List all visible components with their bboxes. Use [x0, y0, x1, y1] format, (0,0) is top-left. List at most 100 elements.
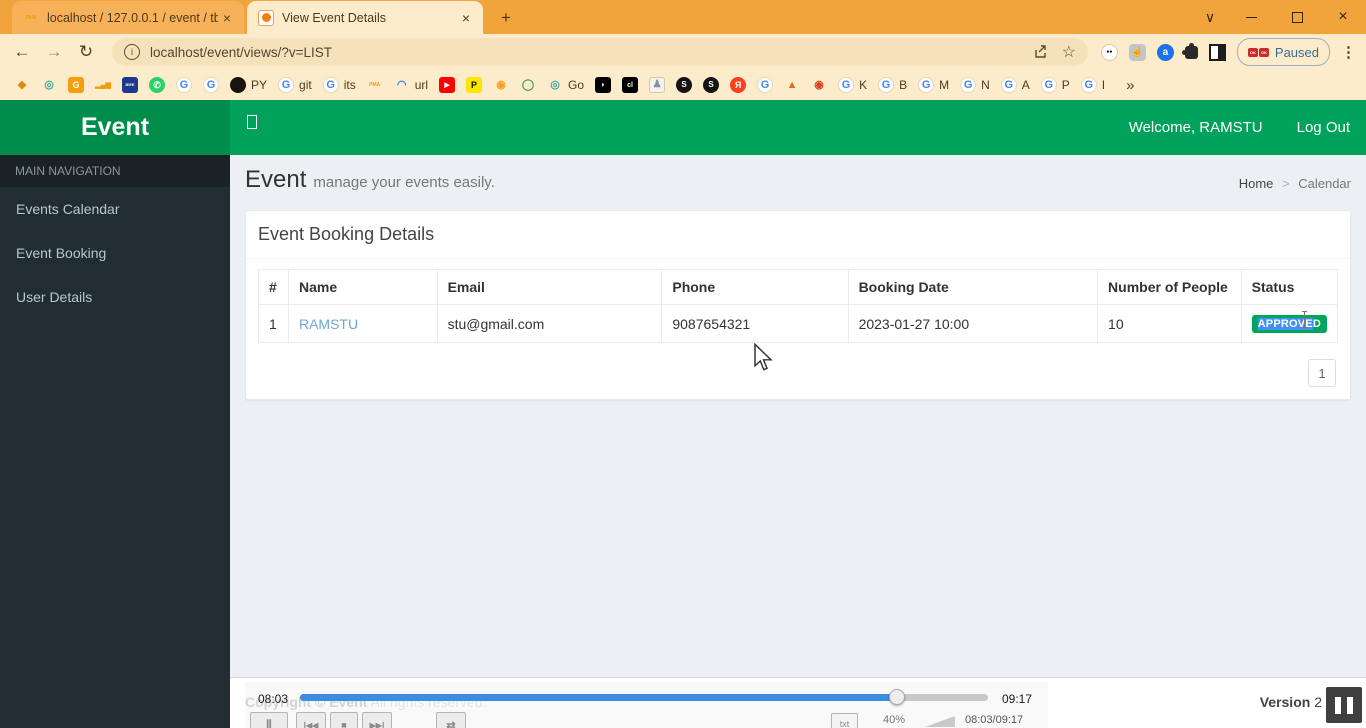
pagination-page-1[interactable]: 1: [1308, 359, 1336, 387]
bookmark-item[interactable]: IEEE: [122, 77, 138, 93]
bookmark-item[interactable]: G: [757, 77, 774, 93]
bookmark-item[interactable]: S: [703, 77, 720, 93]
bookmark-item[interactable]: ◗: [595, 77, 612, 93]
new-tab-button[interactable]: +: [495, 7, 517, 29]
pause-bar-icon: [1347, 696, 1353, 714]
bookmark-item[interactable]: Я: [730, 77, 747, 93]
mouse-cursor: [754, 343, 773, 371]
bookmark-favicon: G: [1080, 77, 1097, 93]
url-text[interactable]: localhost/event/views/?v=LIST: [150, 45, 1018, 60]
bookmark-favicon: G: [960, 77, 977, 93]
bookmark-item[interactable]: GN: [960, 77, 990, 93]
bookmark-item[interactable]: ◯: [520, 77, 536, 93]
bookmark-favicon: ◎: [550, 78, 560, 91]
table-row: 1 RAMSTU stu@gmail.com 9087654321 2023-0…: [258, 304, 1339, 343]
booking-panel: Event Booking Details # Name Email Phone…: [245, 210, 1351, 400]
back-button[interactable]: ←: [8, 38, 36, 66]
a-extension-icon[interactable]: a: [1156, 43, 1174, 61]
bookmark-item[interactable]: GB: [878, 77, 907, 93]
tab-search-icon[interactable]: ∨: [1192, 0, 1228, 34]
bookmark-item[interactable]: ▂▄▆: [95, 77, 111, 93]
player-progress-track[interactable]: [300, 694, 988, 701]
bookmark-item[interactable]: ✆: [149, 77, 165, 93]
tab-close-icon[interactable]: ×: [218, 9, 236, 27]
logout-link[interactable]: Log Out: [1297, 119, 1350, 136]
player-stop-button[interactable]: ■: [330, 712, 358, 728]
cell-people: 10: [1097, 304, 1242, 343]
bookmark-item[interactable]: ▲: [784, 77, 800, 93]
app-navbar: Event Welcome, RAMSTU Log Out: [0, 100, 1366, 155]
player-txt-button[interactable]: txt: [831, 713, 858, 728]
bookmark-item[interactable]: ◉: [493, 77, 509, 93]
player-pause-button[interactable]: Ⅱ: [250, 712, 288, 728]
tab-view-event-details[interactable]: View Event Details ×: [247, 1, 483, 34]
sidebar-section-header: MAIN NAVIGATION: [0, 155, 230, 187]
app-logo[interactable]: Event: [0, 100, 230, 155]
reader-mode-icon[interactable]: [1208, 43, 1226, 61]
close-window-button[interactable]: ×: [1320, 0, 1366, 34]
player-skip-start-button[interactable]: Ⅰ◀◀: [296, 712, 326, 728]
bookmark-item[interactable]: P: [466, 77, 483, 93]
reload-button[interactable]: ↻: [72, 38, 100, 66]
bookmark-favicon: cl: [622, 77, 639, 93]
browser-menu-icon[interactable]: ⋮: [1341, 43, 1356, 61]
player-progress-fill: [300, 694, 896, 701]
bookmark-item[interactable]: ▶: [439, 77, 456, 93]
sidebar-item-event-booking[interactable]: Event Booking: [0, 231, 230, 275]
cell-email: stu@gmail.com: [436, 304, 663, 343]
bookmark-item[interactable]: ◠ url: [394, 77, 428, 93]
forward-button[interactable]: →: [40, 38, 68, 66]
tab-phpmyadmin[interactable]: PMA localhost / 127.0.0.1 / event / tbl_…: [12, 1, 244, 34]
bookmark-item[interactable]: GA: [1000, 77, 1030, 93]
bookmark-item[interactable]: ◎: [41, 77, 57, 93]
bookmark-item[interactable]: GK: [838, 77, 867, 93]
site-info-icon[interactable]: i: [124, 44, 140, 60]
breadcrumb: Home > Calendar: [1239, 176, 1351, 191]
share-icon[interactable]: [1032, 44, 1048, 60]
phpmyadmin-favicon: PMA: [25, 14, 37, 21]
bookmark-item[interactable]: PMA: [367, 77, 383, 93]
bookmark-item[interactable]: GP: [1040, 77, 1070, 93]
player-frame-step-button[interactable]: ⇄: [436, 712, 466, 728]
recorder-pause-button[interactable]: [1326, 687, 1362, 723]
minimize-button[interactable]: [1228, 0, 1274, 34]
sidebar-item-user-details[interactable]: User Details: [0, 275, 230, 319]
panda-extension-icon[interactable]: ●●: [1100, 43, 1118, 61]
address-bar[interactable]: i localhost/event/views/?v=LIST ☆: [112, 38, 1088, 66]
status-badge: APPROVED: [1251, 315, 1327, 333]
player-skip-end-button[interactable]: ▶▶Ⅰ: [362, 712, 392, 728]
bookmark-item[interactable]: Ggit: [278, 77, 312, 93]
bookmark-item[interactable]: Gits: [322, 77, 356, 93]
text-cursor-ibeam: [1300, 311, 1309, 329]
bookmark-favicon: G: [278, 77, 295, 93]
extensions-puzzle-icon[interactable]: [1181, 42, 1198, 59]
bookmark-item[interactable]: G: [203, 77, 219, 93]
sidebar-toggle-icon[interactable]: [247, 115, 257, 129]
bookmark-star-icon[interactable]: ☆: [1062, 42, 1076, 62]
bookmark-item[interactable]: ♟: [649, 77, 666, 93]
xampp-favicon: [258, 9, 274, 26]
tab-close-icon[interactable]: ×: [457, 9, 475, 27]
bookmark-item[interactable]: G: [68, 77, 84, 93]
bookmark-item[interactable]: cl: [622, 77, 639, 93]
window-controls: ∨ ×: [1192, 0, 1366, 34]
bookmark-item[interactable]: GM: [918, 77, 949, 93]
bookmark-item[interactable]: G: [176, 77, 192, 93]
bookmark-item[interactable]: GI: [1080, 77, 1105, 93]
bookmark-item[interactable]: ◆: [14, 77, 30, 93]
welcome-text: Welcome, RAMSTU: [1128, 119, 1263, 136]
restore-button[interactable]: [1274, 0, 1320, 34]
bookmark-item[interactable]: S: [676, 77, 693, 93]
booking-name-link[interactable]: RAMSTU: [299, 316, 358, 332]
bookmark-label: B: [899, 78, 908, 92]
sidebar-item-events-calendar[interactable]: Events Calendar: [0, 187, 230, 231]
volume-ramp-icon[interactable]: [925, 716, 955, 727]
bookmark-item[interactable]: ◉: [811, 77, 827, 93]
bookmark-item[interactable]: PY: [230, 77, 267, 93]
bookmarks-overflow-icon[interactable]: »: [1126, 77, 1134, 94]
paused-extension-pill[interactable]: OK OK Paused: [1236, 38, 1330, 66]
player-progress-handle[interactable]: [889, 689, 905, 705]
breadcrumb-home[interactable]: Home: [1239, 176, 1274, 191]
bookmark-item[interactable]: ◎ Go: [547, 77, 584, 93]
hand-extension-icon[interactable]: ☝: [1128, 43, 1146, 61]
